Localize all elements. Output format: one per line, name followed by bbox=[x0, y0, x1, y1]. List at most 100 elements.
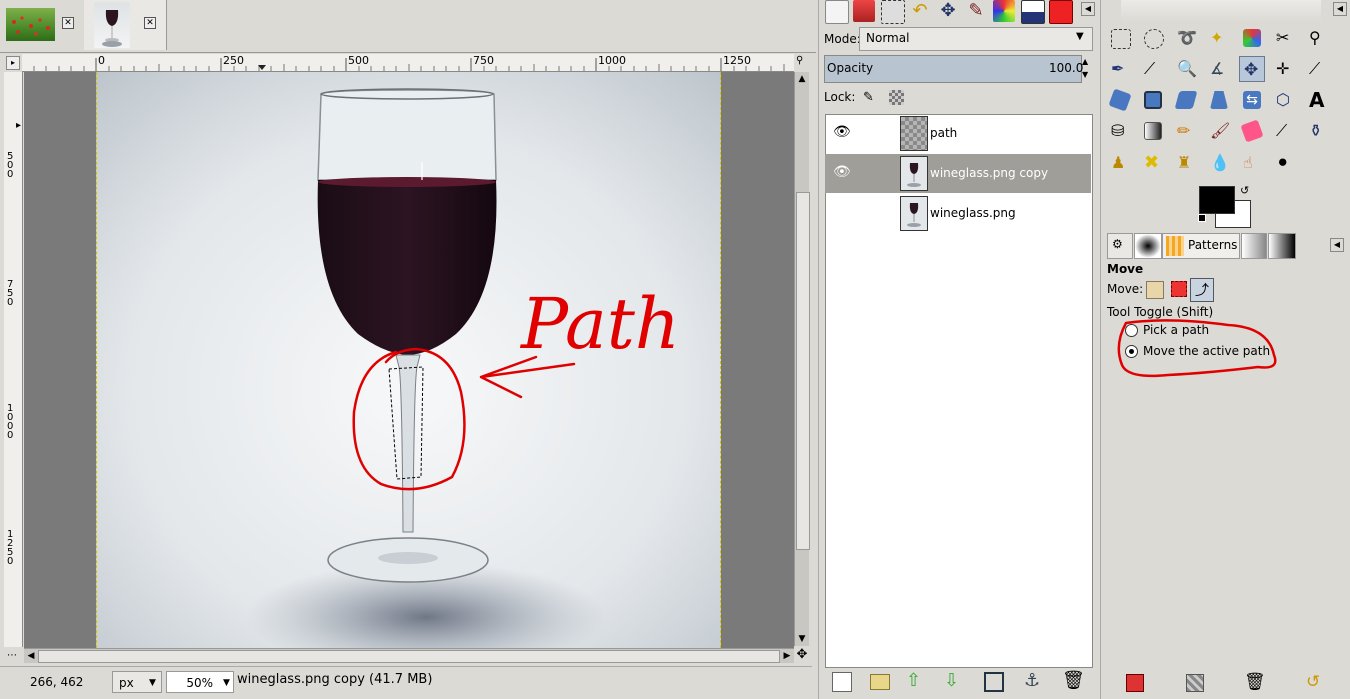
lower-layer-icon[interactable]: ⇩ bbox=[944, 670, 959, 691]
eraser-tool[interactable] bbox=[1239, 118, 1265, 144]
horizontal-scrollbar[interactable]: ◀ ▶ bbox=[24, 648, 794, 663]
brushes-tab[interactable] bbox=[1134, 233, 1162, 259]
vertical-scrollbar[interactable]: ▲ ▼ bbox=[794, 72, 810, 646]
scroll-down-icon[interactable]: ▼ bbox=[795, 632, 809, 646]
default-colors-icon[interactable] bbox=[1198, 214, 1208, 224]
fuzzy-select-tool[interactable]: ✦ bbox=[1206, 25, 1232, 51]
scroll-right-icon[interactable]: ▶ bbox=[780, 649, 794, 663]
vertical-scroll-thumb[interactable] bbox=[796, 192, 810, 550]
dodge-burn-tool[interactable]: ⚫ bbox=[1272, 150, 1298, 176]
bucket-fill-tool[interactable]: ⛁ bbox=[1107, 118, 1133, 144]
save-tool-preset-icon[interactable] bbox=[1126, 674, 1144, 692]
airbrush-tool[interactable]: ⟋ bbox=[1272, 118, 1298, 144]
clone-tool[interactable]: ♟ bbox=[1107, 150, 1133, 176]
heal-tool[interactable]: ✖ bbox=[1140, 150, 1166, 176]
free-select-tool[interactable]: ➰ bbox=[1173, 25, 1199, 51]
delete-layer-icon[interactable]: 🗑 bbox=[1062, 670, 1085, 691]
foreground-select-tool[interactable]: ⚲ bbox=[1305, 25, 1331, 51]
measure-tool[interactable]: ∡ bbox=[1206, 56, 1232, 82]
eye-icon[interactable]: 👁 bbox=[833, 124, 851, 140]
flip-tool[interactable]: ⇆ bbox=[1239, 87, 1265, 113]
pointer-tab-icon[interactable]: ✥ bbox=[937, 0, 959, 22]
colors-tab-icon[interactable] bbox=[993, 0, 1015, 22]
paths-tool[interactable]: ✒ bbox=[1107, 56, 1133, 82]
dock-menu-icon[interactable]: ◀ bbox=[1333, 2, 1347, 16]
move-tool[interactable]: ✥ bbox=[1239, 56, 1265, 82]
lock-alpha-icon[interactable] bbox=[889, 90, 904, 105]
paintbrush-tool[interactable]: 🖌 bbox=[1206, 118, 1232, 144]
selection-tab-icon[interactable] bbox=[1049, 0, 1073, 24]
move-selection-icon[interactable] bbox=[1171, 281, 1187, 297]
pencil-tool[interactable]: ✏ bbox=[1173, 118, 1199, 144]
smudge-tool[interactable]: ☝ bbox=[1239, 150, 1265, 176]
image-tab-meadow[interactable]: ✕ bbox=[0, 0, 82, 50]
align-tool[interactable]: ✛ bbox=[1272, 56, 1298, 82]
navigate-cross-icon[interactable]: ✥ bbox=[795, 648, 809, 662]
scissors-tool[interactable]: ✂ bbox=[1272, 25, 1298, 51]
shear-tool[interactable] bbox=[1173, 87, 1199, 113]
zoom-select[interactable]: 50% ▼ bbox=[166, 671, 234, 693]
duplicate-layer-icon[interactable] bbox=[984, 672, 1004, 692]
layer-row-path[interactable]: 👁 path bbox=[825, 114, 1091, 153]
paths-tab-icon[interactable] bbox=[881, 0, 905, 24]
foreground-color[interactable] bbox=[1199, 186, 1235, 214]
close-icon[interactable]: ✕ bbox=[144, 17, 156, 29]
rect-select-tool[interactable] bbox=[1107, 25, 1133, 51]
mode-value: Normal bbox=[866, 31, 910, 45]
color-picker-tool[interactable]: ⟋ bbox=[1140, 56, 1166, 82]
tool-options-tab[interactable]: ⚙ bbox=[1107, 233, 1133, 259]
undo-history-icon[interactable]: ↶ bbox=[909, 0, 931, 22]
patterns-tab[interactable]: Patterns bbox=[1162, 233, 1240, 259]
palettes-tab[interactable] bbox=[1268, 233, 1296, 259]
perspective-tool[interactable] bbox=[1206, 87, 1232, 113]
reset-tool-options-icon[interactable]: ↺ bbox=[1306, 672, 1320, 692]
scroll-left-icon[interactable]: ◀ bbox=[24, 649, 38, 663]
new-layer-icon[interactable] bbox=[832, 672, 852, 692]
new-layer-group-icon[interactable] bbox=[870, 674, 890, 690]
perspective-clone-tool[interactable]: ♜ bbox=[1173, 150, 1199, 176]
restore-tool-preset-icon[interactable] bbox=[1186, 674, 1204, 692]
scroll-up-icon[interactable]: ▲ bbox=[795, 72, 809, 86]
layer-row-wineglass[interactable]: wineglass.png bbox=[825, 194, 1091, 233]
ellipse-select-tool[interactable] bbox=[1140, 25, 1166, 51]
move-layer-icon[interactable] bbox=[1146, 281, 1164, 299]
image-canvas[interactable]: Path bbox=[96, 72, 721, 648]
blend-tool[interactable] bbox=[1140, 118, 1166, 144]
rotate-tool[interactable] bbox=[1107, 87, 1133, 113]
ink-tool[interactable]: ⚱ bbox=[1305, 118, 1331, 144]
move-path-icon[interactable]: ⤴ bbox=[1190, 278, 1214, 302]
histogram-tab-icon[interactable] bbox=[1021, 0, 1045, 24]
lock-pixels-icon[interactable]: ✎ bbox=[863, 90, 879, 106]
select-by-color-tool[interactable] bbox=[1239, 25, 1265, 51]
mode-select[interactable]: Normal ▼ bbox=[859, 27, 1093, 51]
close-icon[interactable]: ✕ bbox=[62, 17, 74, 29]
cage-transform-tool[interactable]: ⬡ bbox=[1272, 87, 1298, 113]
scale-tool[interactable] bbox=[1140, 87, 1166, 113]
zoom-follow-icon[interactable]: ⚲ bbox=[796, 55, 808, 69]
dock-menu-icon[interactable]: ◀ bbox=[1330, 238, 1344, 252]
anchor-icon[interactable]: ⚓ bbox=[1024, 670, 1040, 691]
dock-menu-icon[interactable]: ◀ bbox=[1081, 2, 1095, 16]
opacity-spin-icon[interactable]: ▲ ▼ bbox=[1082, 55, 1092, 81]
layers-tab-icon[interactable] bbox=[825, 0, 849, 24]
swap-colors-icon[interactable]: ↺ bbox=[1240, 184, 1249, 197]
move-type-label: Move: bbox=[1107, 282, 1144, 296]
zoom-tool[interactable]: 🔍 bbox=[1173, 56, 1199, 82]
quick-mask-icon[interactable]: ▸ bbox=[6, 56, 20, 70]
text-tool[interactable]: A bbox=[1305, 87, 1331, 113]
layer-row-wineglass-copy[interactable]: 👁 wineglass.png copy bbox=[825, 154, 1091, 193]
unit-select[interactable]: px ▼ bbox=[112, 671, 162, 693]
eye-icon[interactable]: 👁 bbox=[833, 164, 851, 180]
opacity-slider[interactable]: Opacity 100.0 bbox=[824, 55, 1083, 83]
blur-tool[interactable]: 💧 bbox=[1206, 150, 1232, 176]
delete-tool-preset-icon[interactable]: 🗑 bbox=[1244, 672, 1266, 692]
raise-layer-icon[interactable]: ⇧ bbox=[906, 670, 921, 691]
horizontal-scroll-thumb[interactable] bbox=[38, 650, 780, 663]
navigate-icon[interactable]: ⋯ bbox=[6, 650, 18, 662]
brushes-tab-icon[interactable]: ✎ bbox=[965, 0, 987, 22]
gradients-tab[interactable] bbox=[1241, 233, 1267, 259]
crop-tool[interactable]: ⟋ bbox=[1305, 56, 1331, 82]
image-tab-wineglass[interactable]: ✕ bbox=[84, 0, 167, 50]
channels-tab-icon[interactable] bbox=[853, 0, 875, 22]
eye-icon[interactable] bbox=[833, 204, 847, 218]
